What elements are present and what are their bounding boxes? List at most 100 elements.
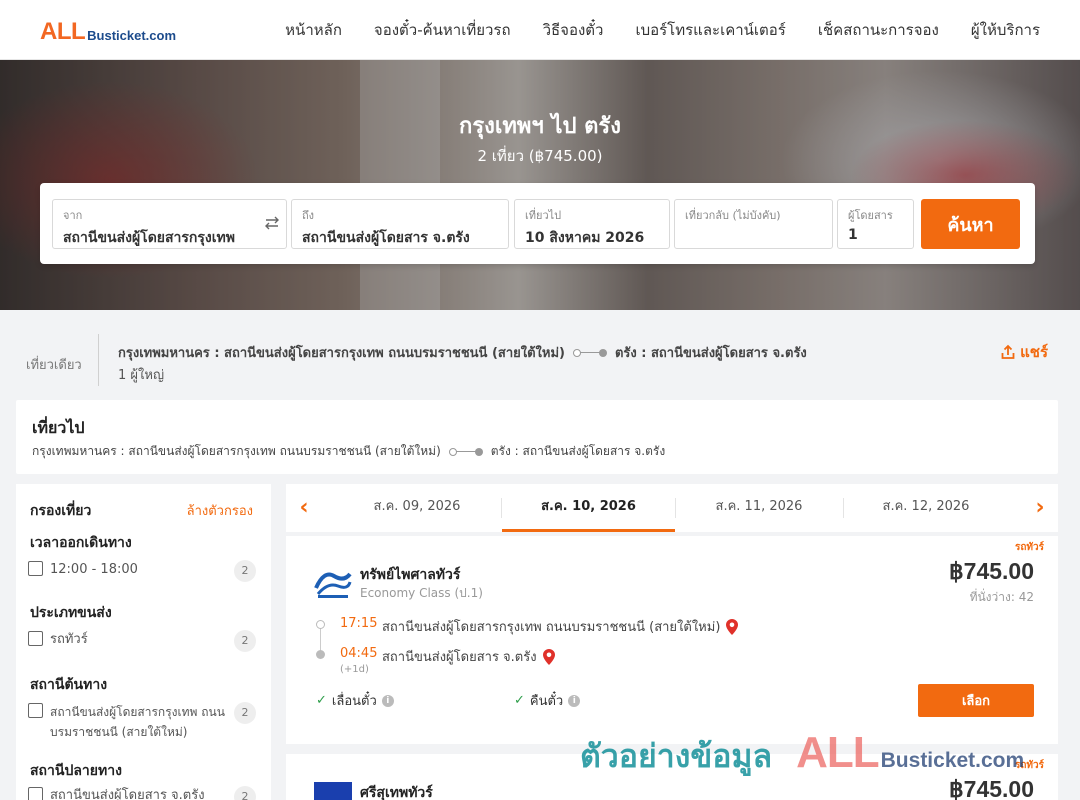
feature-reschedule: ✓ เลื่อนตั๋ว i — [316, 690, 394, 711]
filter-option-destination[interactable]: สถานีขนส่งผู้โดยสาร จ.ตรัง 2 — [28, 786, 256, 800]
tab-date-prev[interactable]: ส.ค. 09, 2026 — [333, 484, 501, 532]
outbound-title: เที่ยวไป — [32, 418, 85, 437]
nav-check-booking[interactable]: เช็คสถานะการจอง — [818, 18, 939, 42]
swap-icon[interactable] — [262, 214, 282, 234]
search-form: จาก สถานีขนส่งผู้โดยสารกรุงเทพ ถึง สถานี… — [40, 183, 1035, 264]
checkbox[interactable] — [28, 787, 43, 800]
timeline-start-dot — [316, 620, 325, 629]
from-field[interactable]: จาก สถานีขนส่งผู้โดยสารกรุงเทพ — [52, 199, 287, 249]
checkbox[interactable] — [28, 631, 43, 646]
transport-type-tag: รถทัวร์ — [1014, 760, 1044, 771]
summary-from: กรุงเทพมหานคร : สถานีขนส่งผู้โดยสารกรุงเ… — [118, 346, 565, 361]
filter-count-badge: 2 — [234, 786, 256, 800]
filter-group-title: สถานีต้นทาง — [30, 677, 108, 693]
prev-date-icon[interactable]: ‹ — [292, 494, 316, 522]
filter-count-badge: 2 — [234, 560, 256, 582]
filter-option-label: สถานีขนส่งผู้โดยสาร จ.ตรัง — [50, 788, 205, 800]
to-label: ถึง — [302, 209, 315, 222]
return-label: เที่ยวกลับ (ไม่บังคับ) — [685, 209, 781, 222]
filter-count-badge: 2 — [234, 702, 256, 724]
trip-type: เที่ยวเดียว — [26, 358, 82, 373]
select-trip-button[interactable]: เลือก — [918, 684, 1034, 717]
filter-option-label: สถานีขนส่งผู้โดยสารกรุงเทพ ถนนบรมราชชนนี… — [50, 705, 225, 739]
route-arrow-icon — [572, 348, 607, 358]
trip-price: ฿745.00 — [949, 776, 1034, 800]
passenger-value: 1 — [848, 227, 858, 243]
filter-title: กรองเที่ยว — [30, 503, 92, 519]
arrive-station: สถานีขนส่งผู้โดยสาร จ.ตรัง — [382, 650, 537, 665]
share-icon — [1001, 344, 1015, 359]
nav-home[interactable]: หน้าหลัก — [285, 18, 342, 42]
checkbox[interactable] — [28, 561, 43, 576]
site-logo[interactable]: ALL Busticket.com — [40, 18, 176, 44]
map-pin-icon[interactable] — [542, 648, 555, 665]
clear-filters-link[interactable]: ล้างตัวกรอง — [187, 500, 253, 521]
info-icon[interactable]: i — [568, 694, 581, 707]
check-icon: ✓ — [316, 693, 327, 708]
trip-card: รถทัวร์ ทรัพย์ไพศาลทัวร์ Economy Class (… — [286, 536, 1058, 744]
filter-group-title: ประเภทขนส่ง — [30, 605, 112, 621]
filter-option-transport[interactable]: รถทัวร์ 2 — [28, 630, 256, 652]
divider — [98, 334, 99, 386]
filter-option-origin[interactable]: สถานีขนส่งผู้โดยสารกรุงเทพ ถนนบรมราชชนนี… — [28, 702, 256, 742]
from-value: สถานีขนส่งผู้โดยสารกรุงเทพ — [63, 230, 235, 246]
return-date-field[interactable]: เที่ยวกลับ (ไม่บังคับ) — [674, 199, 833, 249]
route-arrow-icon — [448, 447, 483, 457]
nav-book-search[interactable]: จองตั๋ว-ค้นหาเที่ยวรถ — [374, 18, 511, 42]
info-icon[interactable]: i — [381, 694, 394, 707]
depart-station: สถานีขนส่งผู้โดยสารกรุงเทพ ถนนบรมราชชนนี… — [382, 620, 721, 635]
feature-refund: ✓ คืนตั๋ว i — [514, 690, 581, 711]
nav-operators[interactable]: ผู้ให้บริการ — [971, 18, 1040, 42]
nav-how-to-book[interactable]: วิธีจองตั๋ว — [543, 18, 604, 42]
arrive-stop: สถานีขนส่งผู้โดยสาร จ.ตรัง — [382, 646, 555, 667]
filter-option-time[interactable]: 12:00 - 18:00 2 — [28, 560, 256, 582]
logo-all-text: ALL — [40, 18, 86, 45]
outbound-to: ตรัง : สถานีขนส่งผู้โดยสาร จ.ตรัง — [490, 444, 666, 458]
filter-option-label: รถทัวร์ — [50, 632, 88, 647]
nav-contacts[interactable]: เบอร์โทรและเคาน์เตอร์ — [635, 18, 785, 42]
tab-date-next[interactable]: ส.ค. 11, 2026 — [675, 484, 843, 532]
feature-label: เลื่อนตั๋ว — [331, 694, 377, 709]
summary-passengers: 1 ผู้ใหญ่ — [118, 368, 165, 383]
to-value: สถานีขนส่งผู้โดยสาร จ.ตรัง — [302, 230, 470, 246]
operator-class: Economy Class (ป.1) — [360, 586, 483, 600]
tab-date-selected[interactable]: ส.ค. 10, 2026 — [502, 484, 675, 532]
outbound-route: กรุงเทพมหานคร : สถานีขนส่งผู้โดยสารกรุงเ… — [32, 442, 665, 461]
trip-price: ฿745.00 — [949, 558, 1034, 584]
summary-route: กรุงเทพมหานคร : สถานีขนส่งผู้โดยสารกรุงเ… — [118, 342, 807, 363]
arrive-time: 04:45 — [340, 646, 378, 661]
map-pin-icon[interactable] — [726, 618, 739, 635]
to-field[interactable]: ถึง สถานีขนส่งผู้โดยสาร จ.ตรัง — [291, 199, 509, 249]
outbound-section: เที่ยวไป กรุงเทพมหานคร : สถานีขนส่งผู้โด… — [16, 400, 1058, 474]
route-subtitle: 2 เที่ยว (฿745.00) — [477, 147, 603, 165]
next-date-icon[interactable]: › — [1028, 494, 1052, 522]
tab-date-next-2[interactable]: ส.ค. 12, 2026 — [842, 484, 1010, 532]
logo-busticket-text: Busticket.com — [87, 28, 177, 43]
passenger-field[interactable]: ผู้โดยสาร 1 — [837, 199, 914, 249]
filter-option-label: 12:00 - 18:00 — [50, 562, 138, 577]
route-title: กรุงเทพฯ ไป ตรัง — [459, 114, 621, 139]
filter-count-badge: 2 — [234, 630, 256, 652]
check-icon: ✓ — [514, 693, 525, 708]
transport-type-tag: รถทัวร์ — [1014, 542, 1044, 553]
operator-name: ทรัพย์ไพศาลทัวร์ — [360, 567, 461, 583]
summary-to: ตรัง : สถานีขนส่งผู้โดยสาร จ.ตรัง — [614, 346, 807, 361]
operator-logo-icon — [314, 568, 352, 600]
depart-time: 17:15 — [340, 616, 378, 631]
timeline-end-dot — [316, 650, 325, 659]
share-button[interactable]: แชร์ — [1000, 340, 1048, 364]
from-label: จาก — [63, 209, 83, 222]
outbound-from: กรุงเทพมหานคร : สถานีขนส่งผู้โดยสารกรุงเ… — [32, 444, 441, 458]
date-tabs: ‹ ส.ค. 09, 2026 ส.ค. 10, 2026 ส.ค. 11, 2… — [286, 484, 1058, 532]
site-header: ALL Busticket.com หน้าหลัก จองตั๋ว-ค้นหา… — [0, 0, 1080, 60]
search-button[interactable]: ค้นหา — [921, 199, 1020, 249]
filter-group-title: สถานีปลายทาง — [30, 763, 122, 779]
depart-value: 10 สิงหาคม 2026 — [525, 230, 645, 246]
passenger-label: ผู้โดยสาร — [848, 209, 893, 222]
operator-logo-icon — [314, 782, 352, 800]
main-nav: หน้าหลัก จองตั๋ว-ค้นหาเที่ยวรถ วิธีจองตั… — [285, 0, 1040, 60]
depart-date-field[interactable]: เที่ยวไป 10 สิงหาคม 2026 — [514, 199, 670, 249]
feature-label: คืนตั๋ว — [529, 694, 564, 709]
operator-name: ศรีสุเทพทัวร์ — [360, 785, 433, 800]
checkbox[interactable] — [28, 703, 43, 718]
